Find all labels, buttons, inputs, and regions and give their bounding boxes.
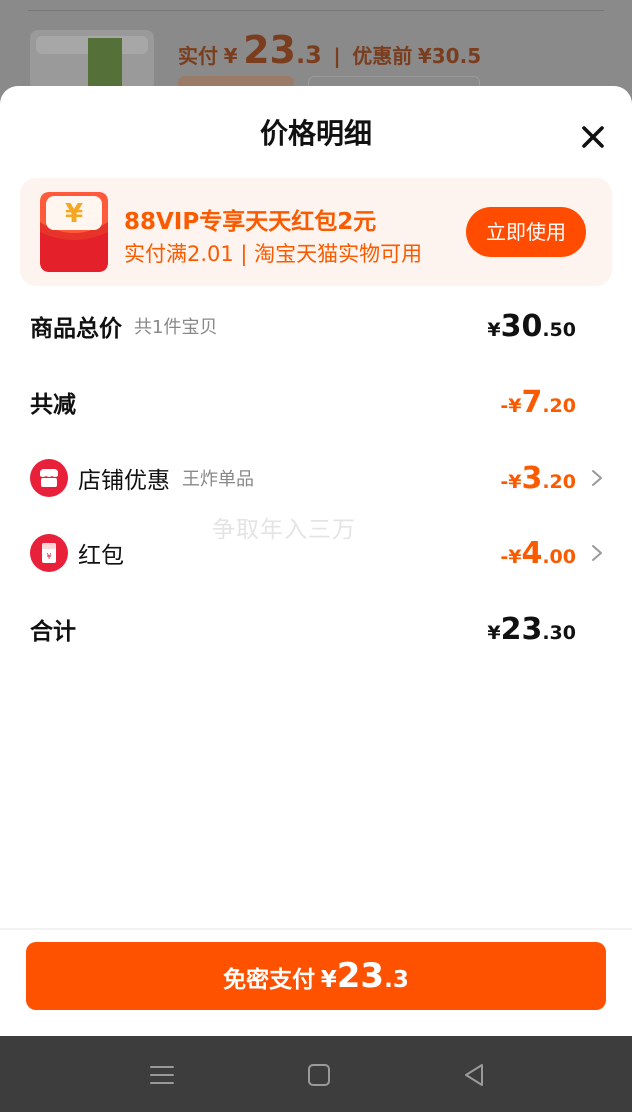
pay-dec: .3 [384,967,409,993]
before-price: ¥30.5 [417,44,482,68]
paid-dec: .3 [295,41,322,69]
row-sum: 合计 ¥23.30 [30,607,604,651]
price-separator: | [333,44,341,68]
row-hint: 共1件宝贝 [134,317,218,338]
svg-text:¥: ¥ [65,199,83,229]
red-envelope-icon: ¥ [30,534,68,572]
row-label: 红包 [78,543,124,569]
row-amount: ¥23.30 [487,611,576,647]
row-amount: -¥4.00 [500,535,576,571]
pay-int: 23 [336,956,385,996]
row-amount: -¥7.20 [500,384,576,420]
paid-int: 23 [243,28,296,72]
password-free-pay-button[interactable]: 免密支付 ¥23.3 [26,942,606,1010]
row-goods-total: 商品总价 共1件宝贝 ¥30.50 [30,304,604,348]
close-icon[interactable] [576,120,610,154]
sheet-title: 价格明细 [259,117,372,150]
use-now-button[interactable]: 立即使用 [466,207,586,257]
red-envelope-icon: ¥ [40,192,108,272]
background-price-line: 实付 ¥ 23.3 | 优惠前 ¥30.5 [178,28,481,72]
row-store-discount[interactable]: 店铺优惠 王炸单品 -¥3.20 [30,456,604,500]
system-navigation-bar [0,1036,632,1112]
promo-title: 88VIP专享天天红包2元 [124,209,377,235]
chevron-right-icon[interactable] [590,543,604,563]
footer-divider [0,928,632,930]
paid-label: 实付 [178,44,218,68]
svg-text:¥: ¥ [46,552,51,561]
row-amount: -¥3.20 [500,460,576,496]
home-square-icon[interactable] [304,1060,334,1090]
promo-subtitle: 实付满2.01 | 淘宝天猫实物可用 [124,242,423,266]
currency-symbol: ¥ [223,44,238,68]
row-label: 共减 [30,392,76,418]
pay-currency: ¥ [320,967,337,993]
pay-label: 免密支付 [223,967,316,993]
chevron-right-icon[interactable] [590,468,604,488]
row-hint: 王炸单品 [182,469,254,490]
row-amount: ¥30.50 [487,308,576,344]
store-icon [30,459,68,497]
row-label: 商品总价 [30,316,122,342]
before-label: 优惠前 [352,44,413,68]
watermark-text: 争取年入三万 [212,517,356,543]
vip-promo-card: ¥ 88VIP专享天天红包2元 实付满2.01 | 淘宝天猫实物可用 立即使用 [20,178,612,286]
back-triangle-icon[interactable] [460,1060,490,1090]
menu-icon[interactable] [147,1060,177,1090]
background-divider [28,10,604,11]
row-label: 合计 [30,619,76,645]
row-total-discount: 共减 -¥7.20 [30,380,604,424]
row-label: 店铺优惠 [78,468,170,494]
price-detail-sheet: 价格明细 ¥ 88VIP专享天天红包2元 实付满2.01 | 淘宝天猫实物可用 … [0,86,632,1036]
